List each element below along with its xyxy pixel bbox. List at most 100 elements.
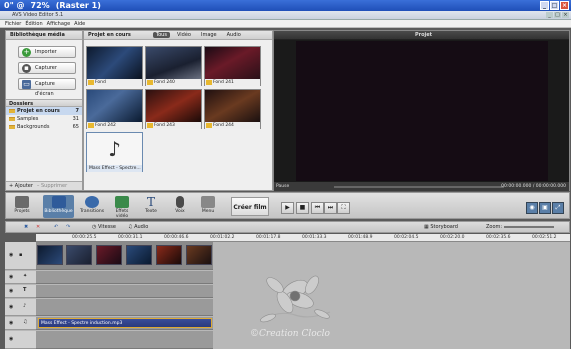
transitions-button[interactable]: Transitions	[79, 195, 105, 218]
plus-icon: +	[22, 48, 31, 57]
screenshot-button[interactable]: ◉	[526, 202, 538, 214]
project-header: Projet en cours Tous Vidéo Image Audio	[84, 31, 272, 40]
media-thumb-fond-243[interactable]: Fond 243	[145, 89, 202, 129]
music-note-icon: ♪	[87, 133, 142, 165]
minimize-icon[interactable]: _	[540, 1, 549, 10]
extra-track[interactable]	[36, 331, 213, 349]
folder-samples[interactable]: Samples 31	[6, 115, 82, 123]
eye-icon[interactable]: ◉	[9, 252, 13, 258]
close-icon[interactable]: ×	[560, 1, 569, 10]
expand-preview-button[interactable]: ⤢	[552, 202, 564, 214]
screen-capture-button[interactable]: ▭ Capture d'écran	[18, 78, 76, 97]
filter-audio[interactable]: Audio	[224, 32, 244, 38]
ruler-tick: 00:01:17.8	[256, 235, 281, 240]
folder-backgrounds[interactable]: Backgrounds 65	[6, 123, 82, 131]
eye-icon[interactable]: ◉	[9, 320, 13, 326]
play-button[interactable]: ▶	[281, 202, 294, 214]
media-thumb-fond-244[interactable]: Fond 244	[204, 89, 261, 129]
preview-header: Projet	[274, 31, 569, 40]
video-clip[interactable]	[66, 245, 92, 265]
prev-icon: ⏮	[314, 204, 321, 211]
play-icon: ▶	[285, 204, 290, 211]
library-button[interactable]: Bibliothèque	[43, 195, 74, 218]
video-clip[interactable]	[96, 245, 122, 265]
film-icon	[15, 196, 29, 208]
eye-icon[interactable]: ◉	[9, 336, 13, 342]
text-button[interactable]: T Texte	[138, 195, 164, 218]
filter-video[interactable]: Vidéo	[174, 32, 194, 38]
maximize-icon[interactable]: □	[550, 1, 559, 10]
eye-icon[interactable]: ◉	[9, 304, 13, 310]
monitor-icon: ▭	[22, 80, 31, 89]
ruler-tick: 00:02:04.5	[394, 235, 419, 240]
redo-icon[interactable]: ↷	[66, 222, 70, 232]
storyboard-button[interactable]: ▦ Storyboard	[424, 222, 458, 232]
media-thumb-audio[interactable]: ♪ Mass Effect - Spectre...	[86, 132, 143, 172]
app-close-icon[interactable]: ×	[562, 12, 569, 18]
menu-aide[interactable]: Aide	[74, 20, 85, 27]
create-movie-button[interactable]: Créer film	[231, 197, 269, 216]
fx-icon: ✦	[23, 273, 28, 279]
video-track[interactable]	[36, 242, 213, 270]
camera-icon: ◉	[529, 204, 535, 211]
app-maximize-icon[interactable]: □	[554, 12, 561, 18]
import-button[interactable]: + Importer	[18, 46, 76, 58]
ruler-tick: 00:01:33.3	[302, 235, 327, 240]
voice-track[interactable]	[36, 299, 213, 316]
thumbnail-image	[146, 47, 201, 79]
menu-bar: Fichier Édition Affichage Aide	[0, 20, 571, 28]
preview-screen[interactable]	[296, 41, 548, 181]
filter-image[interactable]: Image	[198, 32, 220, 38]
text-icon: T	[23, 287, 27, 293]
filter-all[interactable]: Tous	[152, 32, 170, 38]
video-clip[interactable]	[156, 245, 182, 265]
previous-button[interactable]: ⏮	[311, 202, 324, 214]
video-effects-button[interactable]: Effets vidéo	[109, 195, 135, 219]
text-track[interactable]	[36, 285, 213, 298]
menu-affichage[interactable]: Affichage	[47, 20, 71, 27]
eye-icon[interactable]: ◉	[9, 288, 13, 294]
media-thumb-fond[interactable]: Fond	[86, 46, 143, 86]
snapshot-button[interactable]: ▣	[539, 202, 551, 214]
media-thumb-fond-241[interactable]: Fond 241	[204, 46, 261, 86]
folder-projet-en-cours[interactable]: Projet en cours 7	[6, 107, 82, 115]
video-clip[interactable]	[37, 245, 63, 265]
video-clip[interactable]	[186, 245, 212, 265]
microphone-icon: ♪	[23, 303, 27, 309]
menu-edition[interactable]: Édition	[25, 20, 42, 27]
projects-button[interactable]: Projets	[9, 195, 35, 218]
audio-clip[interactable]: Mass Effect - Spectre induction.mp3	[38, 318, 212, 328]
thumbnail-image	[146, 90, 201, 122]
menu-button[interactable]: Menu	[195, 195, 221, 218]
media-thumb-fond-242[interactable]: Fond 242	[86, 89, 143, 129]
close-x-icon[interactable]: ✕	[36, 222, 40, 232]
stop-button[interactable]: ■	[296, 202, 309, 214]
fullscreen-button[interactable]: ⛶	[337, 202, 350, 214]
timeline-toolbar: ✖ ✕ ↶ ↷ ◷ Vitesse ♫ Audio ▦ Storyboard Z…	[5, 221, 570, 233]
app-minimize-icon[interactable]: _	[546, 12, 553, 18]
zoom-slider[interactable]	[504, 226, 554, 228]
playback-slider[interactable]	[334, 186, 504, 188]
speed-button[interactable]: ◷ Vitesse	[92, 222, 116, 232]
image-icon	[206, 123, 212, 128]
music-track-header: ◉ ♫	[5, 317, 36, 330]
microphone-icon	[176, 196, 184, 208]
main-toolbar: Projets Bibliothèque Transitions Effets …	[5, 192, 570, 219]
audio-button[interactable]: ♫ Audio	[128, 222, 148, 232]
library-icon	[51, 196, 66, 208]
menu-fichier[interactable]: Fichier	[5, 20, 21, 27]
lock-icon[interactable]: ▪	[19, 252, 22, 258]
eye-icon[interactable]: ◉	[9, 274, 13, 280]
ruler-tick: 00:02:51.2	[532, 235, 557, 240]
undo-icon[interactable]: ↶	[54, 222, 58, 232]
add-folder-button[interactable]: + Ajouter	[9, 182, 33, 190]
next-button[interactable]: ⏭	[324, 202, 337, 214]
music-icon: ♫	[23, 319, 28, 325]
delete-icon[interactable]: ✖	[24, 222, 28, 232]
effects-track[interactable]	[36, 271, 213, 284]
media-thumb-fond-240[interactable]: Fond 240	[145, 46, 202, 86]
voice-button[interactable]: Voix	[167, 195, 193, 218]
capture-button[interactable]: ▪ Capturer	[18, 62, 76, 74]
remove-folder-button[interactable]: – Supprimer	[37, 182, 67, 190]
video-clip[interactable]	[126, 245, 152, 265]
